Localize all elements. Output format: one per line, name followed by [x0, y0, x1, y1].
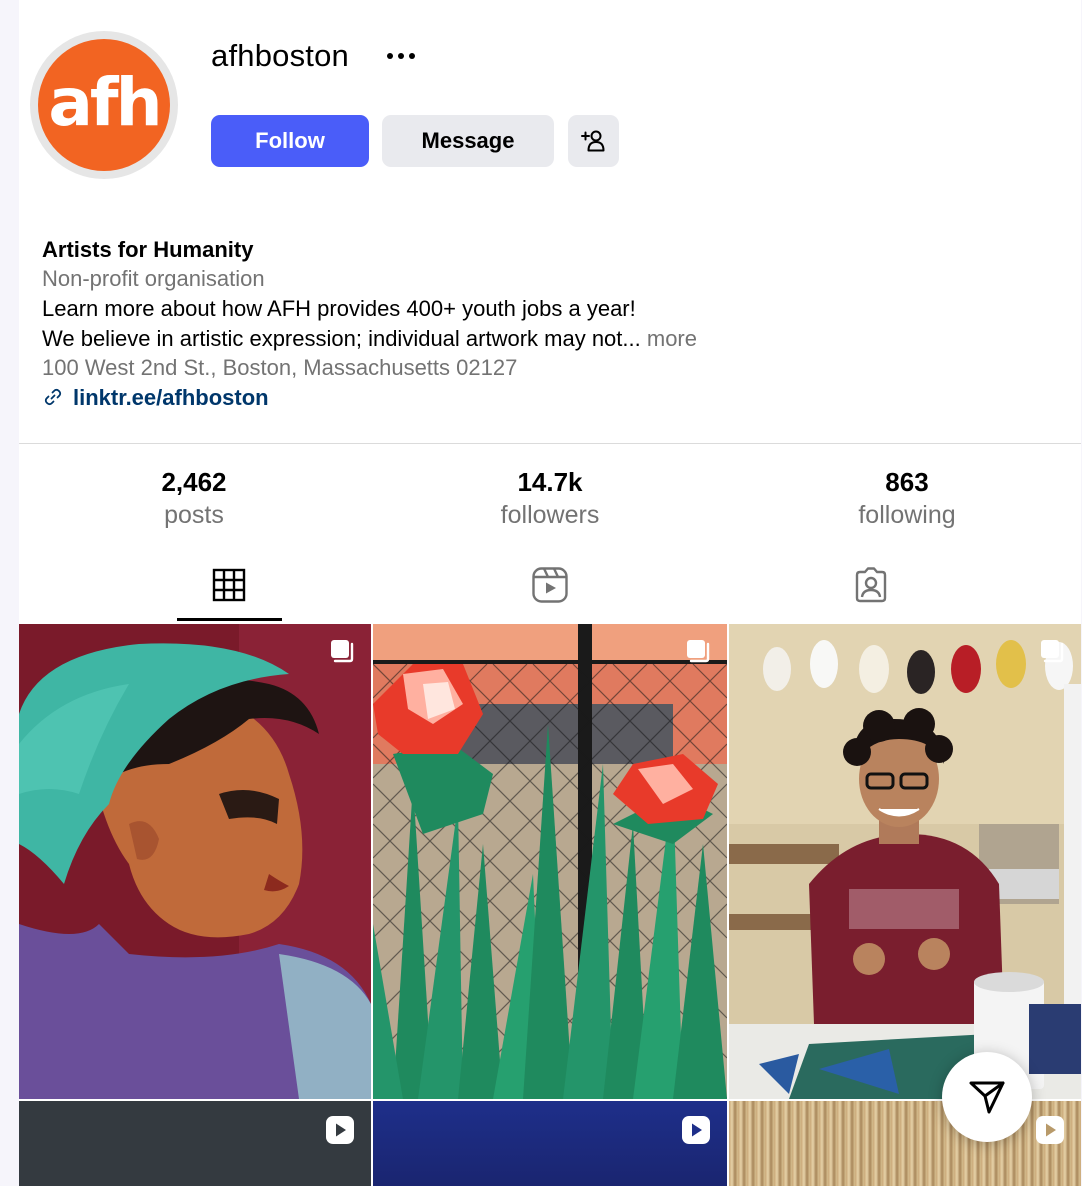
tab-tagged[interactable]: [841, 562, 901, 608]
more-link[interactable]: more: [647, 326, 697, 351]
message-button[interactable]: Message: [382, 115, 554, 167]
followers-count: 14.7k: [517, 467, 583, 497]
reel-icon: [1036, 1116, 1064, 1144]
following-stat[interactable]: 863 following: [757, 466, 1057, 532]
post-tile[interactable]: [373, 1101, 727, 1186]
link-icon: [44, 388, 62, 406]
reels-icon: [532, 567, 568, 603]
avatar-logo-text: afh: [48, 63, 162, 141]
post-tile[interactable]: [373, 624, 727, 1099]
post-image-flowers: [373, 624, 727, 1099]
divider: [19, 443, 1081, 444]
profile-page: afh afhboston Follow Message Artists for…: [19, 0, 1081, 1186]
post-tile[interactable]: [19, 1101, 371, 1186]
profile-link-text: linktr.ee/afhboston: [73, 384, 269, 410]
tab-reels[interactable]: [520, 562, 580, 608]
bio-text-truncated: We believe in artistic expression; indiv…: [42, 325, 641, 351]
profile-avatar[interactable]: afh: [30, 31, 178, 179]
following-count: 863: [885, 467, 929, 497]
posts-stat: 2,462 posts: [44, 466, 344, 532]
add-person-icon: [580, 130, 604, 152]
profile-username: afhboston: [211, 38, 349, 73]
profile-bio: Artists for Humanity Non-profit organisa…: [42, 235, 942, 412]
posts-label: posts: [164, 501, 224, 529]
bio-text-line: We believe in artistic expression; indiv…: [42, 324, 942, 354]
carousel-icon: [331, 640, 354, 663]
posts-count: 2,462: [161, 467, 227, 497]
suggested-accounts-button[interactable]: [568, 115, 619, 167]
more-options-icon[interactable]: [381, 36, 421, 76]
reel-icon: [682, 1116, 710, 1144]
followers-stat[interactable]: 14.7k followers: [400, 466, 700, 532]
profile-link[interactable]: linktr.ee/afhboston: [42, 383, 942, 412]
profile-category: Non-profit organisation: [42, 266, 265, 291]
bio-text-line: Learn more about how AFH provides 400+ y…: [42, 296, 636, 321]
direct-messages-button[interactable]: [942, 1052, 1032, 1142]
grid-icon: [212, 568, 246, 602]
reel-icon: [326, 1116, 354, 1144]
avatar-logo: afh: [38, 39, 170, 171]
post-tile[interactable]: [19, 624, 371, 1099]
post-image-portrait: [19, 624, 371, 1099]
post-tile[interactable]: [729, 624, 1081, 1099]
carousel-icon: [687, 640, 710, 663]
followers-label: followers: [500, 501, 600, 529]
tab-posts[interactable]: [199, 562, 259, 608]
carousel-icon: [1041, 640, 1064, 663]
paper-plane-icon: [969, 1081, 1005, 1114]
tagged-icon: [855, 567, 887, 603]
follow-button[interactable]: Follow: [211, 115, 369, 167]
post-image-studio: [729, 624, 1081, 1099]
profile-address[interactable]: 100 West 2nd St., Boston, Massachusetts …: [42, 353, 942, 383]
profile-display-name: Artists for Humanity: [42, 237, 254, 262]
active-tab-indicator: [177, 618, 282, 621]
following-label: following: [858, 501, 956, 529]
